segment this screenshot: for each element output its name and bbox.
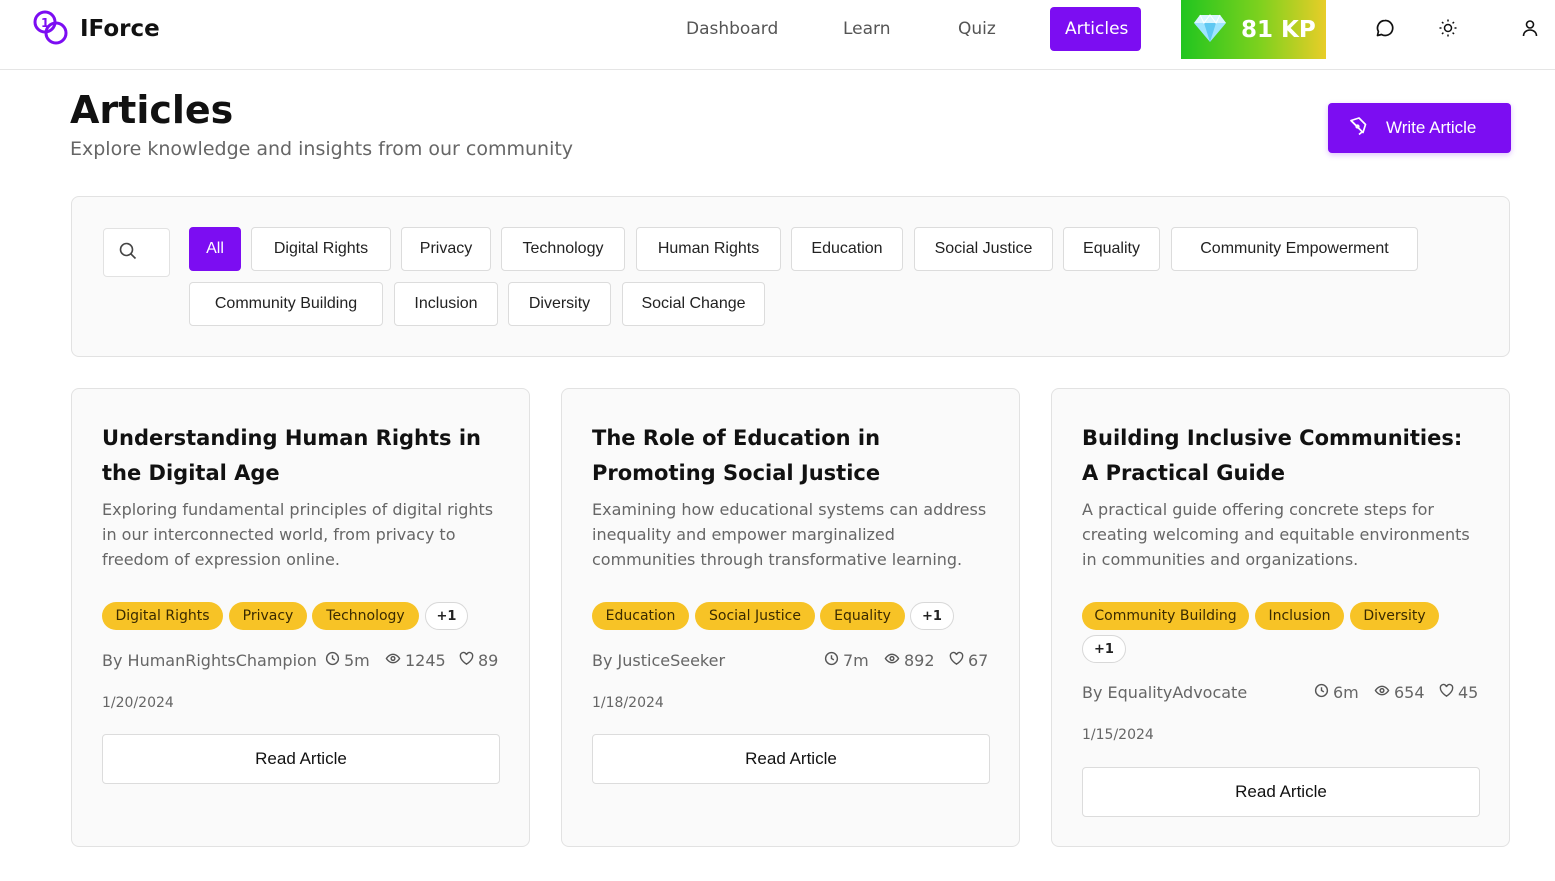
article-title[interactable]: Building Inclusive Communities: A Practi… (1082, 421, 1482, 491)
article-date: 1/18/2024 (592, 695, 664, 711)
view-count: 892 (884, 651, 935, 670)
view-count-value: 654 (1394, 683, 1425, 702)
read-article-button[interactable]: Read Article (592, 734, 990, 784)
write-article-button[interactable]: Write Article (1328, 103, 1511, 153)
brand-logo[interactable]: 1 IForce (32, 10, 160, 48)
article-author: By JusticeSeeker (592, 651, 726, 670)
article-meta: By EqualityAdvocate 6m 654 45 (1082, 683, 1480, 705)
category-chip-privacy[interactable]: Privacy (401, 227, 491, 271)
like-count: 67 (949, 651, 988, 670)
nav-quiz[interactable]: Quiz (958, 7, 996, 51)
article-description: Examining how educational systems can ad… (592, 500, 987, 569)
sun-icon (1438, 18, 1458, 41)
diamond-icon (1193, 13, 1227, 47)
category-chip-digital-rights[interactable]: Digital Rights (251, 227, 391, 271)
svg-text:1: 1 (41, 16, 49, 30)
user-icon (1520, 18, 1540, 41)
read-time: 7m (824, 651, 869, 670)
view-count: 1245 (385, 651, 446, 670)
article-meta: By HumanRightsChampion 5m 1245 89 (102, 651, 500, 673)
view-count-value: 1245 (405, 651, 446, 670)
read-time-value: 7m (843, 651, 869, 670)
filter-panel: All Digital Rights Privacy Technology Hu… (71, 196, 1510, 357)
article-tag[interactable]: Inclusion (1255, 602, 1344, 630)
category-chip-technology[interactable]: Technology (501, 227, 625, 271)
read-article-button[interactable]: Read Article (1082, 767, 1480, 817)
eye-icon (385, 651, 401, 670)
like-count: 45 (1439, 683, 1478, 702)
nav-articles[interactable]: Articles (1050, 7, 1141, 51)
eye-icon (1374, 683, 1390, 702)
category-chip-community-empowerment[interactable]: Community Empowerment (1171, 227, 1418, 271)
read-time: 6m (1314, 683, 1359, 702)
knowledge-points-badge[interactable]: 81 KP (1181, 0, 1326, 59)
top-navigation-bar: 1 IForce Dashboard Learn Quiz Articles 8… (0, 0, 1555, 70)
article-card: The Role of Education in Promoting Socia… (561, 388, 1020, 847)
heart-icon (949, 651, 964, 670)
category-chip-all[interactable]: All (189, 227, 241, 271)
nav-learn[interactable]: Learn (843, 7, 891, 51)
article-title[interactable]: Understanding Human Rights in the Digita… (102, 421, 502, 491)
article-author: By HumanRightsChampion (102, 651, 317, 670)
clock-icon (824, 651, 839, 670)
view-count: 654 (1374, 683, 1425, 702)
knowledge-points-value: 81 KP (1241, 16, 1316, 43)
article-tag[interactable]: Social Justice (695, 602, 815, 630)
article-date: 1/15/2024 (1082, 727, 1154, 743)
heart-icon (1439, 683, 1454, 702)
read-time-value: 5m (344, 651, 370, 670)
eye-icon (884, 651, 900, 670)
theme-toggle-button[interactable] (1433, 14, 1463, 44)
messages-button[interactable] (1370, 14, 1400, 44)
category-chip-social-justice[interactable]: Social Justice (914, 227, 1053, 271)
read-article-button[interactable]: Read Article (102, 734, 500, 784)
article-date: 1/20/2024 (102, 695, 174, 711)
category-chip-human-rights[interactable]: Human Rights (636, 227, 781, 271)
article-tag[interactable]: Technology (312, 602, 419, 630)
app-name: IForce (80, 16, 160, 42)
category-chip-inclusion[interactable]: Inclusion (394, 282, 498, 326)
article-tag[interactable]: Digital Rights (102, 602, 223, 630)
heart-icon (459, 651, 474, 670)
article-author: By EqualityAdvocate (1082, 683, 1248, 702)
chat-bubble-icon (1375, 18, 1395, 41)
write-article-label: Write Article (1386, 118, 1477, 137)
more-tags-badge[interactable]: +1 (425, 602, 468, 630)
page-title: Articles (70, 88, 234, 132)
article-description: Exploring fundamental principles of digi… (102, 500, 494, 569)
profile-button[interactable] (1515, 14, 1545, 44)
article-meta: By JusticeSeeker 7m 892 67 (592, 651, 990, 673)
category-chip-social-change[interactable]: Social Change (622, 282, 765, 326)
read-time: 5m (325, 651, 370, 670)
category-chip-equality[interactable]: Equality (1063, 227, 1160, 271)
like-count-value: 67 (968, 651, 989, 670)
like-count: 89 (459, 651, 498, 670)
article-tag[interactable]: Equality (820, 602, 905, 630)
pen-icon (1348, 116, 1368, 141)
like-count-value: 45 (1458, 683, 1479, 702)
article-card: Understanding Human Rights in the Digita… (71, 388, 530, 847)
category-chip-community-building[interactable]: Community Building (189, 282, 383, 326)
page-subtitle: Explore knowledge and insights from our … (70, 138, 574, 160)
like-count-value: 89 (478, 651, 499, 670)
clock-icon (1314, 683, 1329, 702)
search-input[interactable] (103, 228, 170, 277)
more-tags-badge[interactable]: +1 (1082, 635, 1126, 663)
article-tag[interactable]: Education (592, 602, 689, 630)
category-chip-diversity[interactable]: Diversity (508, 282, 611, 326)
clock-icon (325, 651, 340, 670)
category-chip-education[interactable]: Education (791, 227, 903, 271)
search-icon (118, 241, 138, 265)
iforce-logo-icon: 1 (32, 8, 70, 50)
article-tag[interactable]: Community Building (1082, 602, 1249, 630)
article-tag[interactable]: Diversity (1350, 602, 1439, 630)
article-tag[interactable]: Privacy (229, 602, 307, 630)
more-tags-badge[interactable]: +1 (910, 602, 954, 630)
article-title[interactable]: The Role of Education in Promoting Socia… (592, 421, 992, 491)
article-description: A practical guide offering concrete step… (1082, 500, 1470, 569)
nav-dashboard[interactable]: Dashboard (686, 7, 778, 51)
view-count-value: 892 (904, 651, 935, 670)
article-card: Building Inclusive Communities: A Practi… (1051, 388, 1510, 847)
read-time-value: 6m (1333, 683, 1359, 702)
